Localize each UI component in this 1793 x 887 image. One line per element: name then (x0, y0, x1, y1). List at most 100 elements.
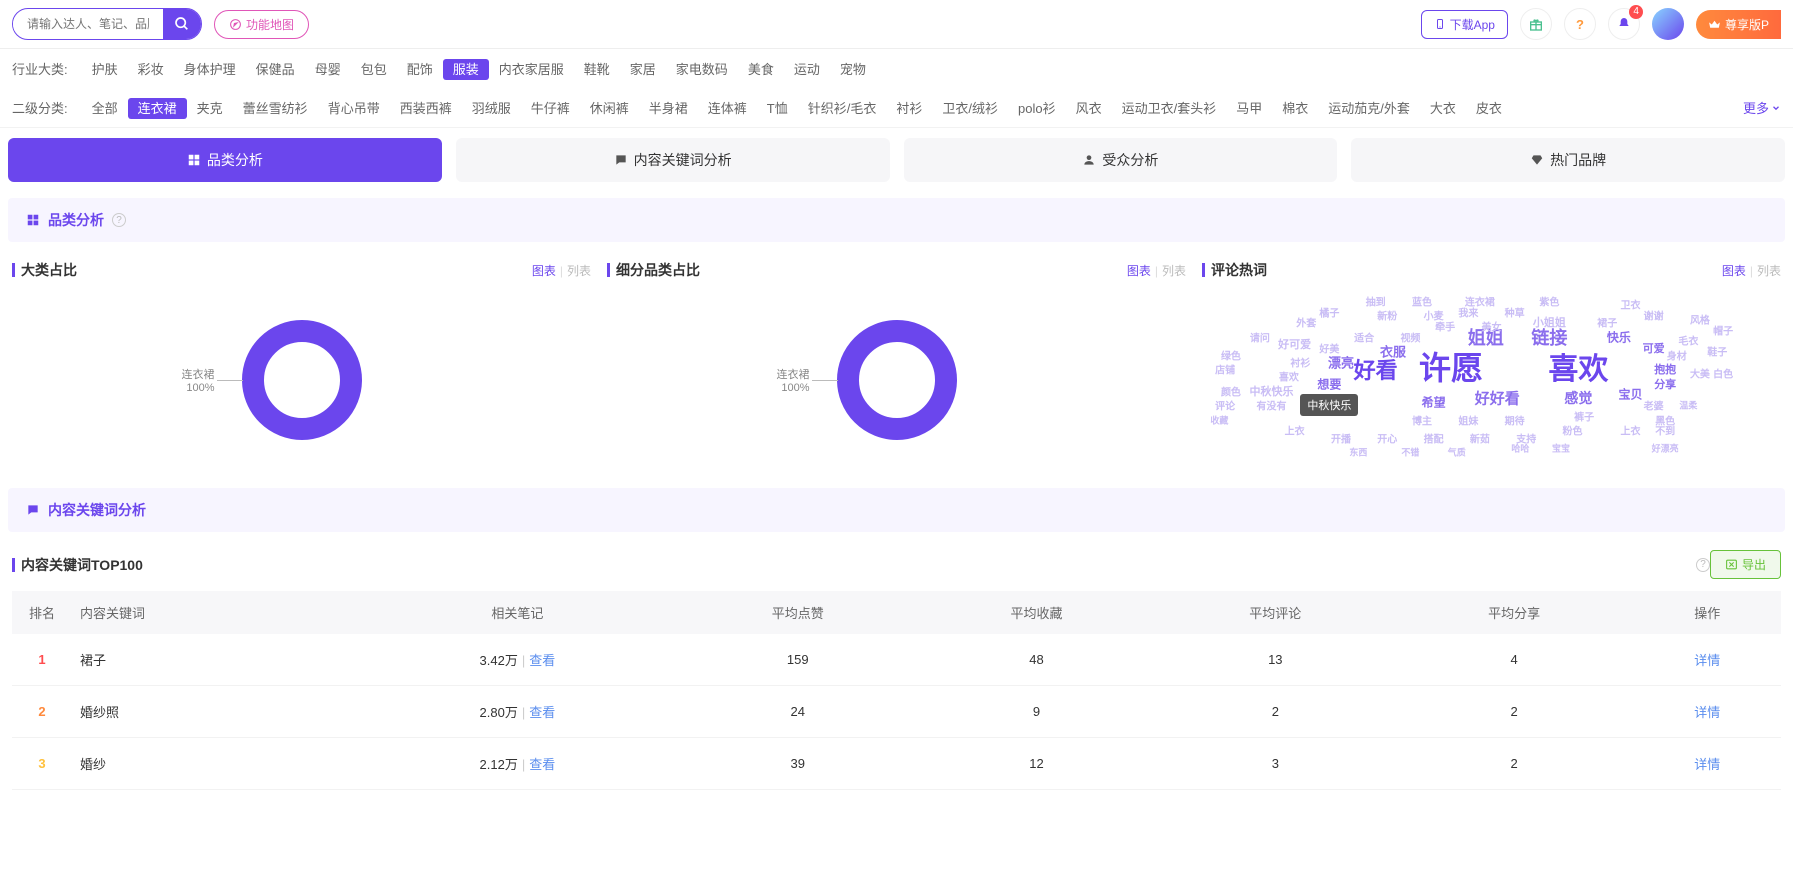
cloud-word[interactable]: 蓝色 (1412, 293, 1432, 308)
search-input[interactable] (13, 17, 163, 31)
help-icon[interactable]: ? (1696, 558, 1710, 572)
category-item[interactable]: T恤 (757, 98, 798, 119)
category-item[interactable]: 保健品 (246, 59, 305, 80)
tab-category-analysis[interactable]: 品类分析 (8, 138, 442, 182)
cloud-word[interactable]: 好漂亮 (1652, 442, 1679, 455)
search-button[interactable] (163, 8, 201, 40)
cloud-word[interactable]: 橘子 (1319, 304, 1339, 319)
cloud-word[interactable]: 卫衣 (1620, 297, 1640, 312)
cloud-word[interactable]: 温柔 (1679, 399, 1697, 412)
cloud-word[interactable]: 美女 (1482, 319, 1502, 334)
toggle-list[interactable]: 列表 (567, 264, 591, 278)
category-item[interactable]: 连衣裙 (128, 98, 187, 119)
category-item[interactable]: 休闲裤 (580, 98, 639, 119)
cloud-word[interactable]: 裤子 (1574, 409, 1594, 424)
category-item[interactable]: 家居 (620, 59, 666, 80)
category-item[interactable]: 夹克 (187, 98, 233, 119)
category-item[interactable]: 衬衫 (886, 98, 932, 119)
detail-link[interactable]: 详情 (1694, 705, 1720, 720)
cloud-word[interactable]: 宝宝 (1552, 442, 1570, 455)
cloud-word[interactable]: 感觉 (1564, 388, 1592, 408)
tab-keyword-analysis[interactable]: 内容关键词分析 (456, 138, 890, 182)
category-item[interactable]: 大衣 (1420, 98, 1466, 119)
toggle-chart[interactable]: 图表 (532, 264, 556, 278)
cloud-word[interactable]: 视频 (1400, 329, 1420, 344)
cloud-word[interactable]: 连衣裙 (1465, 293, 1495, 308)
cloud-word[interactable]: 博主 (1412, 412, 1432, 427)
category-item[interactable]: 连体裤 (698, 98, 757, 119)
category-item[interactable]: 护肤 (82, 59, 128, 80)
category-item[interactable]: 羽绒服 (462, 98, 521, 119)
cloud-word[interactable]: 分享 (1654, 376, 1676, 392)
cloud-word[interactable]: 气质 (1448, 446, 1466, 459)
cloud-word[interactable]: 快乐 (1607, 328, 1631, 345)
cloud-word[interactable]: 老婆 (1644, 398, 1664, 413)
cloud-word[interactable]: 紫色 (1539, 293, 1559, 308)
cloud-word[interactable]: 宝贝 (1618, 386, 1642, 403)
cloud-word[interactable]: 中秋快乐 (1249, 383, 1293, 399)
cloud-word[interactable]: 期待 (1505, 412, 1525, 427)
toggle-list[interactable]: 列表 (1757, 264, 1781, 278)
cloud-word[interactable]: 大美 (1690, 365, 1710, 380)
category-item[interactable]: 美食 (738, 59, 784, 80)
cloud-word[interactable]: 粉色 (1563, 423, 1583, 438)
toggle-chart[interactable]: 图表 (1127, 264, 1151, 278)
view-link[interactable]: 查看 (529, 653, 555, 668)
cloud-word[interactable]: 谢谢 (1644, 308, 1664, 323)
cloud-word[interactable]: 漂亮 (1328, 353, 1354, 372)
category-item[interactable]: 运动 (784, 59, 830, 80)
cloud-word[interactable]: 衣服 (1380, 342, 1406, 361)
category-item[interactable]: 风衣 (1066, 98, 1112, 119)
category-item[interactable]: 针织衫/毛衣 (798, 98, 887, 119)
cloud-word[interactable]: 适合 (1354, 329, 1374, 344)
gift-button[interactable] (1520, 8, 1552, 40)
cloud-word[interactable]: 抽到 (1366, 293, 1386, 308)
category-item[interactable]: 蕾丝雪纺衫 (233, 98, 318, 119)
category-item[interactable]: 皮衣 (1466, 98, 1512, 119)
category-item[interactable]: 家电数码 (666, 59, 738, 80)
cloud-word[interactable]: 白色 (1713, 365, 1733, 380)
cloud-word[interactable]: 店铺 (1215, 362, 1235, 377)
cloud-word[interactable]: 开心 (1377, 430, 1397, 445)
cloud-word[interactable]: 好美 (1319, 340, 1339, 355)
toggle-list[interactable]: 列表 (1162, 264, 1186, 278)
cloud-word[interactable]: 东西 (1349, 446, 1367, 459)
cloud-word[interactable]: 外套 (1296, 315, 1316, 330)
cloud-word[interactable]: 好好看 (1475, 388, 1520, 409)
vip-button[interactable]: 尊享版P (1696, 10, 1781, 39)
cloud-word[interactable]: 评论 (1215, 398, 1235, 413)
category-item[interactable]: 西装西裤 (390, 98, 462, 119)
cloud-word[interactable]: 喜欢 (1548, 344, 1608, 388)
cloud-word[interactable]: 衬衫 (1290, 355, 1310, 370)
category-item[interactable]: 背心吊带 (318, 98, 390, 119)
cloud-word[interactable]: 想要 (1317, 375, 1341, 392)
category-item[interactable]: 彩妆 (128, 59, 174, 80)
download-app-button[interactable]: 下载App (1421, 10, 1508, 39)
category-item[interactable]: polo衫 (1008, 98, 1066, 119)
export-button[interactable]: 导出 (1710, 550, 1781, 579)
detail-link[interactable]: 详情 (1694, 757, 1720, 772)
cloud-word[interactable]: 鞋子 (1707, 344, 1727, 359)
category-item[interactable]: 棉衣 (1272, 98, 1318, 119)
cloud-word[interactable]: 有没有 (1256, 398, 1286, 413)
category-item[interactable]: 内衣家居服 (489, 59, 574, 80)
cloud-word[interactable]: 喜欢 (1279, 369, 1299, 384)
category-item[interactable]: 卫衣/绒衫 (932, 98, 1008, 119)
category-item[interactable]: 全部 (82, 98, 128, 119)
category-item[interactable]: 马甲 (1226, 98, 1272, 119)
view-link[interactable]: 查看 (529, 705, 555, 720)
cloud-word[interactable]: 毛衣 (1678, 333, 1698, 348)
cloud-word[interactable]: 哈哈 (1511, 442, 1529, 455)
cloud-word[interactable]: 新粉 (1377, 308, 1397, 323)
cloud-word[interactable]: 请问 (1250, 329, 1270, 344)
cloud-word[interactable]: 姐妹 (1458, 412, 1478, 427)
avatar[interactable] (1652, 8, 1684, 40)
cloud-word[interactable]: 好可爱 (1278, 336, 1311, 352)
cloud-word[interactable]: 不到 (1655, 423, 1675, 438)
tab-hot-brands[interactable]: 热门品牌 (1351, 138, 1785, 182)
cloud-word[interactable]: 上衣 (1620, 423, 1640, 438)
cloud-word[interactable]: 收藏 (1210, 413, 1228, 426)
view-link[interactable]: 查看 (529, 757, 555, 772)
cloud-word[interactable]: 帽子 (1713, 322, 1733, 337)
more-link[interactable]: 更多 (1743, 98, 1781, 117)
